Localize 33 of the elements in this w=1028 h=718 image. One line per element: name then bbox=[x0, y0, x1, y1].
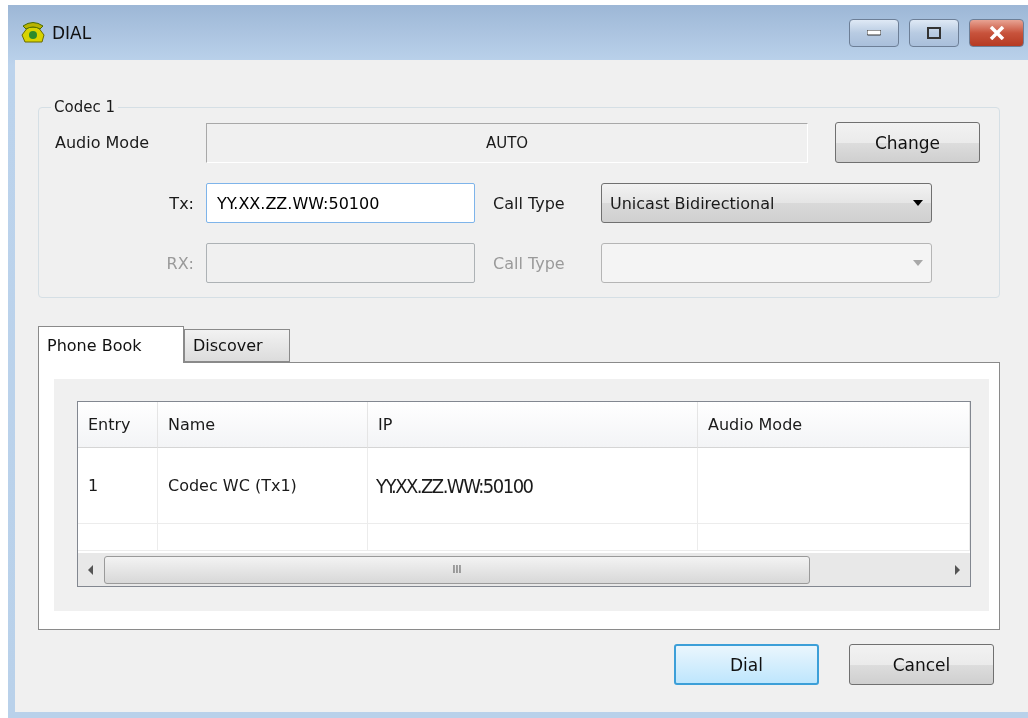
table-cell: Codec WC (Tx1) bbox=[158, 448, 368, 524]
scrollbar-thumb[interactable]: III bbox=[104, 555, 810, 584]
dropdown-arrow-icon[interactable] bbox=[913, 198, 923, 208]
column-header[interactable]: Entry bbox=[78, 402, 158, 448]
audio-mode-display: AUTO bbox=[206, 122, 808, 163]
group-legend: Codec 1 bbox=[51, 98, 118, 116]
column-header[interactable]: Name bbox=[158, 402, 368, 448]
minimize-button[interactable] bbox=[849, 18, 899, 47]
tab[interactable]: Phone Book bbox=[38, 326, 184, 363]
column-header[interactable]: Audio Mode bbox=[698, 402, 970, 448]
table-cell: YY.XX.ZZ.WW:50100 bbox=[368, 448, 698, 524]
window-title: DIAL bbox=[52, 22, 93, 43]
change-button[interactable]: Change bbox=[835, 122, 980, 163]
field-label: Call Type bbox=[493, 253, 566, 273]
maximize-button[interactable] bbox=[909, 18, 959, 47]
maximize-icon bbox=[927, 26, 941, 39]
column-header[interactable]: IP bbox=[368, 402, 698, 448]
field-label: Call Type bbox=[493, 193, 566, 213]
close-button[interactable] bbox=[969, 18, 1024, 47]
scroll-right-icon[interactable] bbox=[952, 564, 962, 575]
close-icon bbox=[988, 25, 1005, 40]
minimize-icon bbox=[867, 29, 881, 36]
field-label: Audio Mode bbox=[55, 133, 151, 152]
dial-button[interactable]: Dial bbox=[674, 644, 819, 685]
call-type-dropdown[interactable]: Unicast Bidirectional bbox=[601, 183, 932, 223]
scroll-left-icon[interactable] bbox=[86, 564, 96, 575]
field-label: RX: bbox=[165, 253, 195, 273]
field-label: Tx: bbox=[168, 193, 195, 213]
table-cell: 1 bbox=[78, 448, 158, 524]
cancel-button[interactable]: Cancel bbox=[849, 644, 994, 685]
tx-field[interactable]: YY.XX.ZZ.WW:50100 bbox=[206, 183, 475, 223]
tab[interactable]: Discover bbox=[184, 329, 290, 362]
telephone-icon bbox=[20, 20, 46, 45]
